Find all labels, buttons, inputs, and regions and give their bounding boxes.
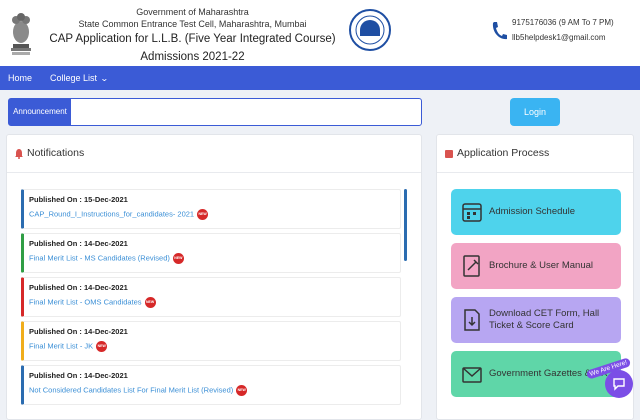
notification-item: Published On : 14-Dec-2021 Not Considered… [21,365,401,405]
new-badge-icon: NEW [236,385,248,396]
org-titles: Government of Maharashtra State Common E… [40,6,345,66]
notification-link[interactable]: Not Considered Candidates List For Final… [29,385,248,396]
notification-link[interactable]: Final Merit List - MS Candidates (Revise… [29,253,184,264]
new-badge-icon: NEW [96,341,108,352]
helpdesk-email[interactable]: llb5helpdesk1@gmail.com [512,33,606,42]
nav-college-label: College List [50,73,98,83]
published-date: Published On : 15-Dec-2021 [29,195,128,204]
new-badge-icon: NEW [144,297,156,308]
page-title: CAP Application for L.L.B. (Five Year In… [49,33,336,63]
chevron-down-icon: ⌄ [100,74,109,83]
application-process-title: Application Process [457,147,550,159]
login-button[interactable]: Login [510,98,560,126]
process-card-label: Brochure & User Manual [489,260,594,271]
notification-item: Published On : 14-Dec-2021 Final Merit Li… [21,321,401,361]
published-date: Published On : 14-Dec-2021 [29,283,128,292]
process-card-label: Admission Schedule [489,206,576,217]
gazette-envelope-icon [462,367,482,383]
phone-number: 9175176036 (9 AM To 7 PM) [512,18,614,27]
process-card-label: Download CET Form, Hall Ticket & Score C… [489,308,600,331]
cet-cell-logo-icon [349,9,391,51]
announcement-bar: Announcement [8,98,422,126]
state-emblem-icon [11,13,31,55]
document-download-icon [464,309,480,331]
notification-item: Published On : 14-Dec-2021 Final Merit Li… [21,233,401,273]
notification-link[interactable]: CAP_Round_I_Instructions_for_candidates-… [29,209,209,220]
notification-link-text: Final Merit List - OMS Candidates [29,297,142,307]
notification-link-text: CAP_Round_I_Instructions_for_candidates-… [29,209,195,219]
gov-name: Government of Maharashtra [136,7,249,17]
chat-icon [613,378,625,391]
published-date: Published On : 14-Dec-2021 [29,327,128,336]
phone-icon [492,22,507,40]
notification-item: Published On : 15-Dec-2021 CAP_Round_I_In… [21,189,401,229]
notification-link-text: Not Considered Candidates List For Final… [29,385,234,395]
announcement-label: Announcement [9,99,71,125]
brochure-icon [463,255,480,277]
new-badge-icon: NEW [172,253,184,264]
main-nav: Home College List ⌄ [0,66,640,90]
calendar-icon [462,203,482,222]
chat-button[interactable] [605,370,633,398]
notifications-header: Notifications [7,135,421,173]
new-badge-icon: NEW [197,209,209,220]
nav-home[interactable]: Home [8,66,32,90]
notification-link[interactable]: Final Merit List - OMS Candidates NEW [29,297,156,308]
published-date: Published On : 14-Dec-2021 [29,239,128,248]
notification-link-text: Final Merit List - JK [29,341,94,351]
graduation-cap-icon [445,150,453,158]
notifications-scrollbar[interactable] [404,189,407,261]
process-card[interactable]: Download CET Form, Hall Ticket & Score C… [451,297,621,343]
application-process-panel: Application Process Admission Schedule Br… [436,134,634,420]
application-process-header: Application Process [437,135,633,173]
nav-college-list[interactable]: College List ⌄ [50,66,109,90]
process-card[interactable]: Brochure & User Manual [451,243,621,289]
notification-item: Published On : 14-Dec-2021 Final Merit Li… [21,277,401,317]
site-header: Government of Maharashtra State Common E… [0,0,640,66]
notifications-title: Notifications [27,147,85,159]
published-date: Published On : 14-Dec-2021 [29,371,128,380]
process-card[interactable]: Admission Schedule [451,189,621,235]
bell-icon [15,149,23,159]
notification-link-text: Final Merit List - MS Candidates (Revise… [29,253,170,263]
notification-link[interactable]: Final Merit List - JK NEW [29,341,108,352]
cell-name: State Common Entrance Test Cell, Maharas… [78,19,307,29]
